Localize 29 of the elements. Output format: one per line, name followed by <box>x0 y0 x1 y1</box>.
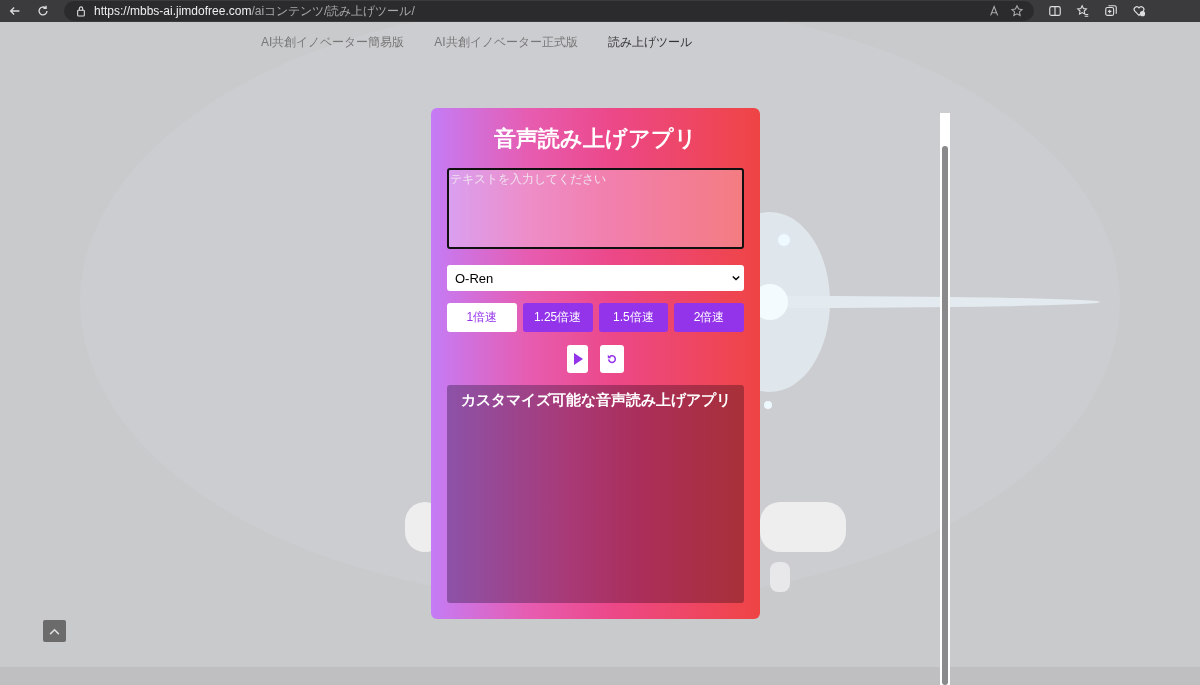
play-icon <box>572 353 583 365</box>
scrollbar[interactable] <box>940 113 950 685</box>
url-text: https://mbbs-ai.jimdofree.com/aiコンテンツ/読み上げツール/ <box>94 2 416 20</box>
reset-icon <box>607 353 617 365</box>
split-screen-icon[interactable] <box>1048 4 1062 18</box>
star-icon[interactable] <box>1010 4 1024 18</box>
text-input[interactable]: テキストを入力してください <box>447 168 744 249</box>
speed-button[interactable]: 1.5倍速 <box>598 303 669 332</box>
scroll-top-button[interactable] <box>43 620 66 642</box>
back-icon[interactable] <box>8 4 22 18</box>
chevron-down-icon <box>732 275 740 281</box>
speed-button[interactable]: 2倍速 <box>674 303 744 332</box>
nav-link[interactable]: AI共創イノベーター正式版 <box>434 34 578 51</box>
reset-button[interactable] <box>600 345 624 373</box>
speed-button[interactable]: 1倍速 <box>447 303 517 332</box>
favorites-icon[interactable] <box>1076 4 1090 18</box>
lock-icon <box>76 5 86 17</box>
address-bar[interactable]: https://mbbs-ai.jimdofree.com/aiコンテンツ/読み上げツール/ <box>64 1 1034 21</box>
refresh-icon[interactable] <box>36 4 50 18</box>
nav-link[interactable]: 読み上げツール <box>607 34 692 51</box>
output-heading: カスタマイズ可能な音声読み上げアプリ <box>459 391 732 410</box>
chevron-up-icon <box>49 627 60 635</box>
play-button[interactable] <box>567 345 588 373</box>
heart-icon[interactable] <box>1132 4 1146 18</box>
app-title: 音声読み上げアプリ <box>493 125 698 153</box>
nav-link[interactable]: AI共創イノベーター簡易版 <box>261 34 405 51</box>
speed-button[interactable]: 1.25倍速 <box>522 303 593 332</box>
voice-select[interactable]: O-Ren <box>447 265 744 291</box>
collections-icon[interactable] <box>1104 4 1118 18</box>
